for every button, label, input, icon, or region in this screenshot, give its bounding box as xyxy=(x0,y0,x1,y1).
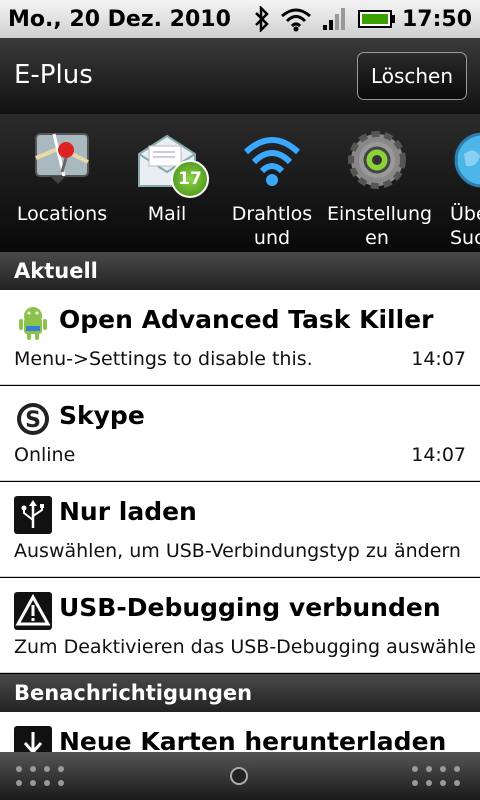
status-time: 17:50 xyxy=(401,6,472,32)
globe-icon xyxy=(450,128,480,192)
quick-setting-label: Einstellung en xyxy=(327,203,433,249)
notification-time: 14:07 xyxy=(411,444,466,466)
wifi-icon xyxy=(240,128,304,192)
section-header-notifications: Benachrichtigungen xyxy=(0,674,480,712)
section-header-current: Aktuell xyxy=(0,252,480,290)
usb-icon xyxy=(14,496,52,534)
status-icons xyxy=(254,6,396,32)
quick-setting-search[interactable]: Übe Suc xyxy=(432,128,480,250)
wifi-icon xyxy=(280,8,311,32)
quick-setting-label: Übe Suc xyxy=(450,203,480,249)
notification-subtitle: Zum Deaktivieren das USB-Debugging auswä… xyxy=(14,636,476,658)
bluetooth-icon xyxy=(255,6,269,32)
quick-setting-label: Mail xyxy=(147,203,187,225)
notification-title: Nur laden xyxy=(59,497,197,526)
warning-icon xyxy=(14,592,52,630)
skype-icon: S xyxy=(14,400,52,438)
grip-dots-right xyxy=(412,766,472,790)
quick-setting-label: Locations xyxy=(16,203,108,225)
notification-title: Neue Karten herunterladen xyxy=(59,727,447,752)
notification-skype[interactable]: S Skype Online 14:07 xyxy=(0,386,480,481)
notification-task-killer[interactable]: Open Advanced Task Killer Menu->Settings… xyxy=(0,290,480,385)
signal-icon xyxy=(322,8,345,30)
notification-charge-only[interactable]: Nur laden Auswählen, um USB-Verbindungst… xyxy=(0,482,480,577)
notification-title: Open Advanced Task Killer xyxy=(59,305,434,334)
clear-button[interactable]: Löschen xyxy=(357,52,467,100)
gear-icon xyxy=(345,128,409,192)
status-date: Mo., 20 Dez. 2010 xyxy=(8,6,231,32)
notification-map-download[interactable]: Neue Karten herunterladen xyxy=(0,712,480,752)
download-icon xyxy=(14,726,52,752)
quick-settings-bar: Locations 17 Mail Drahtlos und Einstellu… xyxy=(0,114,480,252)
mail-icon: 17 xyxy=(135,128,209,198)
notification-subtitle: Online xyxy=(14,444,76,466)
map-pin-icon xyxy=(30,128,94,192)
carrier-name: E-Plus xyxy=(14,60,93,90)
notification-header: E-Plus Löschen xyxy=(0,38,480,114)
notification-usb-debugging[interactable]: USB-Debugging verbunden Zum Deaktivieren… xyxy=(0,578,480,673)
quick-setting-wireless[interactable]: Drahtlos und xyxy=(222,128,322,250)
handle-knob[interactable] xyxy=(230,767,248,785)
grip-dots-left xyxy=(16,766,76,790)
status-bar: Mo., 20 Dez. 2010 17:50 xyxy=(0,0,480,38)
notification-subtitle: Auswählen, um USB-Verbindungstyp zu ände… xyxy=(14,540,461,562)
notification-title: USB-Debugging verbunden xyxy=(59,593,441,622)
notification-drag-handle[interactable] xyxy=(0,752,480,800)
android-icon xyxy=(14,304,52,342)
quick-setting-label: Drahtlos und xyxy=(231,203,313,249)
quick-setting-settings[interactable]: Einstellung en xyxy=(327,128,433,250)
quick-setting-locations[interactable]: Locations xyxy=(12,128,112,226)
notification-time: 14:07 xyxy=(411,348,466,370)
notification-title: Skype xyxy=(59,401,145,430)
svg-text:S: S xyxy=(25,408,41,433)
unread-badge: 17 xyxy=(171,160,209,198)
notification-subtitle: Menu->Settings to disable this. xyxy=(14,348,313,370)
quick-setting-mail[interactable]: 17 Mail xyxy=(117,128,217,226)
battery-icon xyxy=(357,10,395,28)
